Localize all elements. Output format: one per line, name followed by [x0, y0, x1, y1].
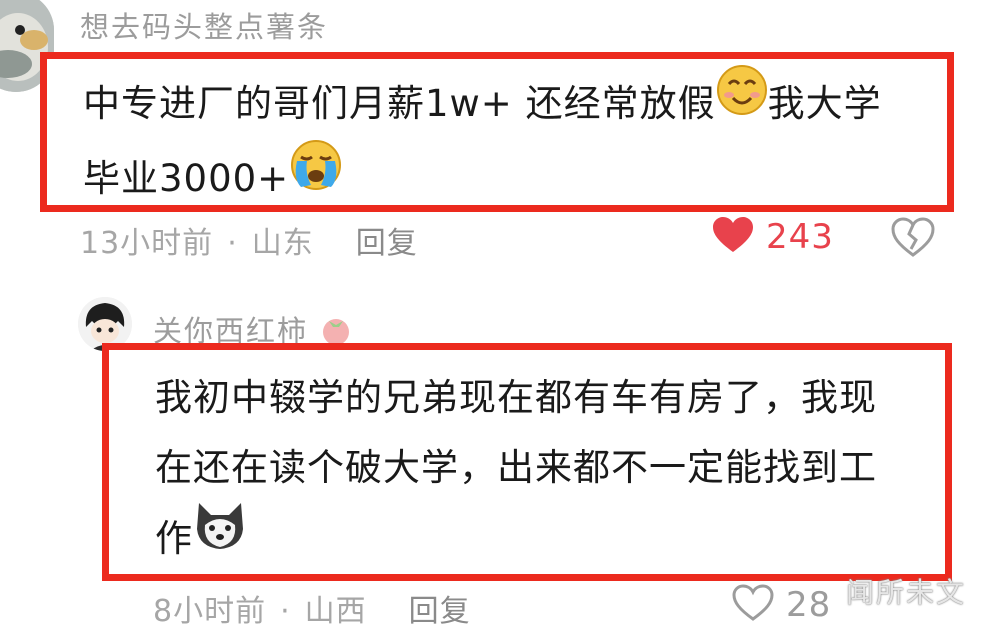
comment-location: 山西 — [304, 594, 367, 629]
heart-outline-icon — [732, 584, 774, 626]
comment-text: 我初中辍学的兄弟现在都有车有房了，我现 在还在读个破大学，出来都不一定能找到工 … — [155, 363, 877, 578]
like-count: 243 — [766, 217, 834, 257]
highlighted-comment: 我初中辍学的兄弟现在都有车有房了，我现 在还在读个破大学，出来都不一定能找到工 … — [102, 343, 952, 581]
reply-button[interactable]: 回复 — [409, 594, 471, 629]
separator-dot: · — [227, 226, 238, 261]
comment-meta: 8小时前 · 山西 回复 — [153, 586, 471, 630]
highlighted-comment: 中专进厂的哥们月薪1w+ 还经常放假 我大学 毕业3000+ — [40, 52, 954, 212]
dislike-button[interactable] — [890, 216, 936, 262]
comment-location: 山东 — [251, 226, 314, 261]
like-button[interactable]: 243 — [712, 216, 834, 258]
comment-text: 中专进厂的哥们月薪1w+ 还经常放假 我大学 毕业3000+ — [83, 65, 882, 218]
heart-icon — [712, 216, 754, 258]
comment-time: 13小时前 — [80, 226, 214, 261]
smiling-face-emoji-icon — [716, 64, 768, 139]
comment-username[interactable]: 想去码头整点薯条 — [80, 4, 328, 46]
broken-heart-icon — [891, 217, 935, 257]
watermark: 闻所未文 — [846, 576, 967, 609]
like-button[interactable]: 28 — [732, 584, 831, 626]
reply-button[interactable]: 回复 — [356, 226, 418, 261]
like-count: 28 — [786, 585, 832, 625]
crying-face-emoji-icon — [289, 139, 343, 214]
separator-dot: · — [280, 594, 291, 629]
comment-meta: 13小时前 · 山东 回复 — [80, 218, 418, 262]
husky-dog-emoji-icon — [193, 499, 247, 574]
comment-time: 8小时前 — [153, 594, 267, 629]
